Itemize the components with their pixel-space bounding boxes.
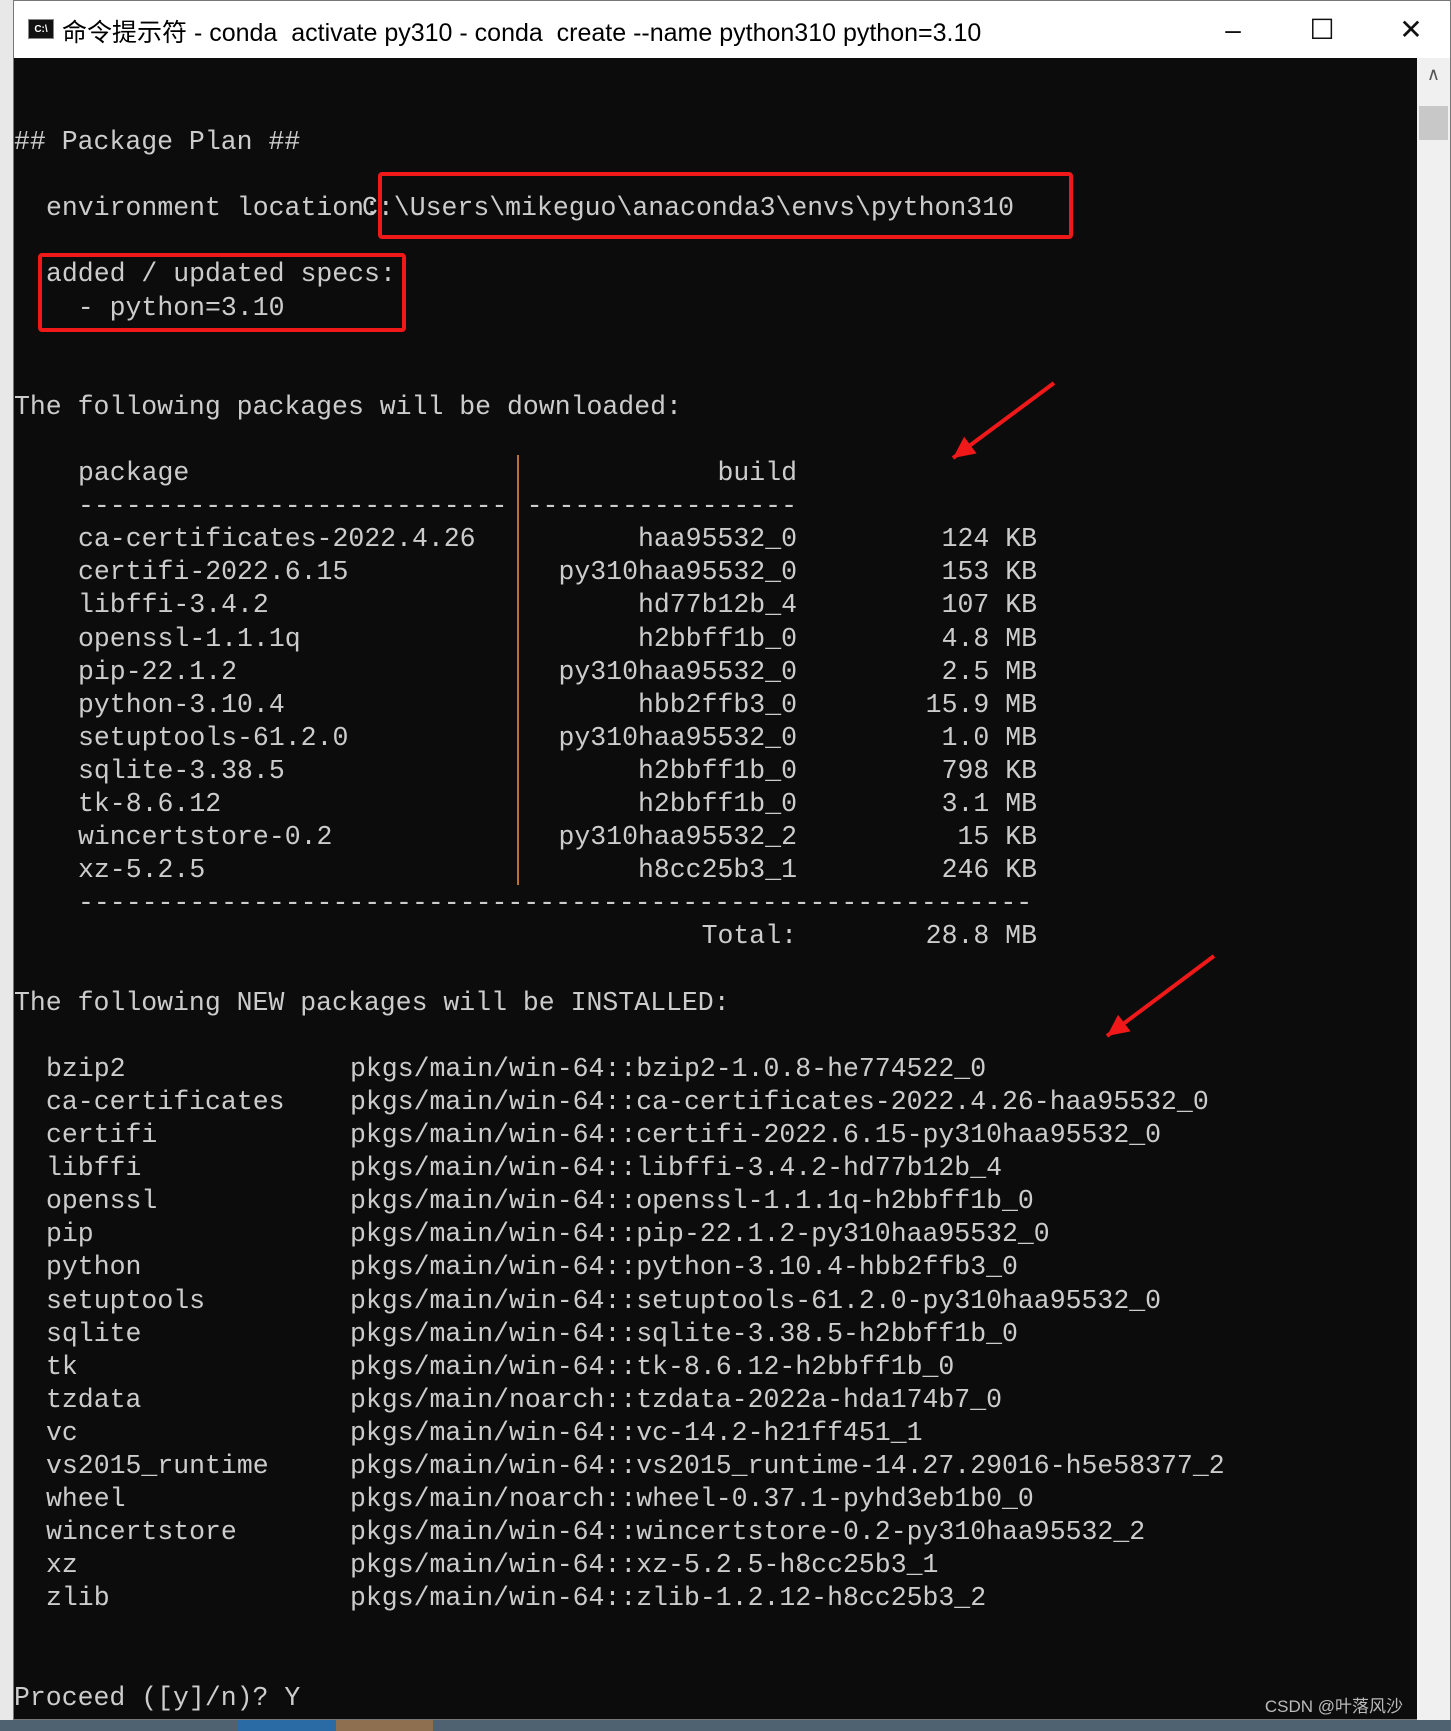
install-spec: pkgs/main/win-64::sqlite-3.38.5-h2bbff1b… (350, 1318, 1018, 1349)
highlight-box-specs (38, 253, 406, 332)
download-build: py310haa95532_0 (558, 722, 797, 753)
install-spec: pkgs/main/win-64::xz-5.2.5-h8cc25b3_1 (350, 1550, 939, 1581)
install-spec: pkgs/main/win-64::bzip2-1.0.8-he774522_0 (350, 1053, 987, 1084)
install-spec: pkgs/main/win-64::setuptools-61.2.0-py31… (350, 1285, 1162, 1316)
download-header: The following packages will be downloade… (14, 391, 682, 422)
install-spec: pkgs/main/win-64::wincertstore-0.2-py310… (350, 1517, 1146, 1548)
install-name: wheel (46, 1484, 126, 1515)
download-package: sqlite-3.38.5 (78, 755, 285, 786)
download-build: py310haa95532_0 (558, 656, 797, 687)
install-spec: pkgs/main/win-64::openssl-1.1.1q-h2bbff1… (350, 1186, 1034, 1217)
download-package: pip-22.1.2 (78, 656, 238, 687)
env-location-label: environment location: (46, 193, 380, 224)
download-package: tk-8.6.12 (78, 789, 222, 819)
install-name: zlib (46, 1583, 110, 1614)
install-name: libffi (46, 1153, 142, 1184)
download-size: 3.1 MB (941, 789, 1037, 819)
download-size: 15 KB (957, 822, 1037, 853)
install-spec: pkgs/main/noarch::tzdata-2022a-hda174b7_… (350, 1384, 1003, 1415)
download-package: libffi-3.4.2 (78, 590, 269, 621)
download-package: python-3.10.4 (78, 689, 285, 720)
download-build: h2bbff1b_0 (637, 623, 797, 654)
column-divider: ----------------- (526, 491, 797, 522)
download-size: 4.8 MB (941, 623, 1037, 654)
download-size: 798 KB (941, 755, 1037, 786)
scroll-up-icon[interactable]: ∧ (1417, 64, 1450, 85)
taskbar (0, 1720, 1451, 1731)
watermark: CSDN @叶落风沙 (1264, 1697, 1403, 1716)
install-name: vs2015_runtime (46, 1451, 269, 1481)
scroll-thumb[interactable] (1419, 106, 1448, 140)
download-build: py310haa95532_2 (558, 822, 797, 853)
download-build: h8cc25b3_1 (637, 855, 797, 886)
download-size: 1.0 MB (941, 722, 1037, 753)
download-package: xz-5.2.5 (78, 855, 206, 886)
vertical-scrollbar[interactable]: ∧ (1417, 58, 1450, 1721)
install-spec: pkgs/main/win-64::vs2015_runtime-14.27.2… (350, 1451, 1225, 1481)
background-window-edge (0, 0, 13, 1731)
close-button[interactable]: ✕ (1366, 1, 1451, 58)
column-separator (517, 455, 519, 886)
install-spec: pkgs/main/win-64::ca-certificates-2022.4… (350, 1086, 1209, 1117)
install-name: sqlite (46, 1318, 142, 1349)
download-package: setuptools-61.2.0 (78, 722, 349, 753)
column-header-build: build (717, 458, 797, 488)
install-name: wincertstore (46, 1517, 237, 1548)
taskbar-item[interactable] (238, 1720, 335, 1731)
install-name: pip (46, 1219, 94, 1250)
download-package: certifi-2022.6.15 (78, 557, 349, 588)
install-name: tk (46, 1351, 78, 1382)
column-divider: --------------------------- (78, 491, 508, 522)
download-size: 246 KB (941, 855, 1037, 886)
highlight-box-env-location (378, 172, 1073, 239)
download-build: hd77b12b_4 (637, 590, 797, 621)
title-bar[interactable]: C:\ 命令提示符 - conda activate py310 - conda… (14, 1, 1450, 58)
install-name: ca-certificates (46, 1086, 285, 1117)
install-name: setuptools (46, 1285, 206, 1316)
install-spec: pkgs/main/win-64::tk-8.6.12-h2bbff1b_0 (350, 1351, 955, 1382)
install-spec: pkgs/main/win-64::pip-22.1.2-py310haa955… (350, 1219, 1050, 1250)
total-value: 28.8 MB (925, 921, 1037, 952)
window-title: 命令提示符 - conda activate py310 - conda cre… (62, 19, 982, 47)
install-name: openssl (46, 1186, 158, 1217)
download-size: 153 KB (941, 557, 1037, 588)
download-build: h2bbff1b_0 (637, 755, 797, 786)
download-package: ca-certificates-2022.4.26 (78, 524, 476, 555)
download-build: py310haa95532_0 (558, 557, 797, 588)
install-spec: pkgs/main/win-64::vc-14.2-h21ff451_1 (350, 1417, 923, 1448)
install-name: python (46, 1252, 142, 1283)
taskbar-item[interactable] (336, 1720, 433, 1731)
plan-header: ## Package Plan ## (14, 127, 301, 157)
install-spec: pkgs/main/win-64::certifi-2022.6.15-py31… (350, 1120, 1162, 1150)
install-spec: pkgs/main/win-64::python-3.10.4-hbb2ffb3… (350, 1252, 1018, 1283)
download-size: 2.5 MB (941, 656, 1037, 687)
download-package: openssl-1.1.1q (78, 623, 301, 654)
column-header-package: package (78, 458, 190, 488)
install-name: xz (46, 1550, 78, 1581)
total-divider: ----------------------------------------… (78, 888, 1033, 919)
install-spec: pkgs/main/noarch::wheel-0.37.1-pyhd3eb1b… (350, 1484, 1034, 1515)
total-label: Total: (701, 921, 797, 952)
download-package: wincertstore-0.2 (78, 822, 333, 853)
install-spec: pkgs/main/win-64::libffi-3.4.2-hd77b12b_… (350, 1153, 1003, 1184)
install-name: tzdata (46, 1384, 142, 1415)
download-size: 15.9 MB (925, 689, 1037, 720)
install-header: The following NEW packages will be INSTA… (14, 987, 730, 1018)
install-name: bzip2 (46, 1053, 126, 1084)
install-name: certifi (46, 1120, 158, 1150)
install-spec: pkgs/main/win-64::zlib-1.2.12-h8cc25b3_2 (350, 1583, 987, 1614)
minimize-button[interactable]: – (1188, 1, 1278, 58)
maximize-button[interactable]: ☐ (1277, 1, 1367, 58)
download-size: 107 KB (941, 590, 1037, 621)
download-size: 124 KB (941, 524, 1037, 555)
download-build: h2bbff1b_0 (637, 789, 797, 819)
proceed-prompt: Proceed ([y]/n)? Y (14, 1682, 301, 1713)
install-name: vc (46, 1417, 78, 1448)
download-build: hbb2ffb3_0 (637, 689, 797, 720)
download-build: haa95532_0 (637, 524, 797, 555)
cmd-icon: C:\ (28, 19, 54, 39)
